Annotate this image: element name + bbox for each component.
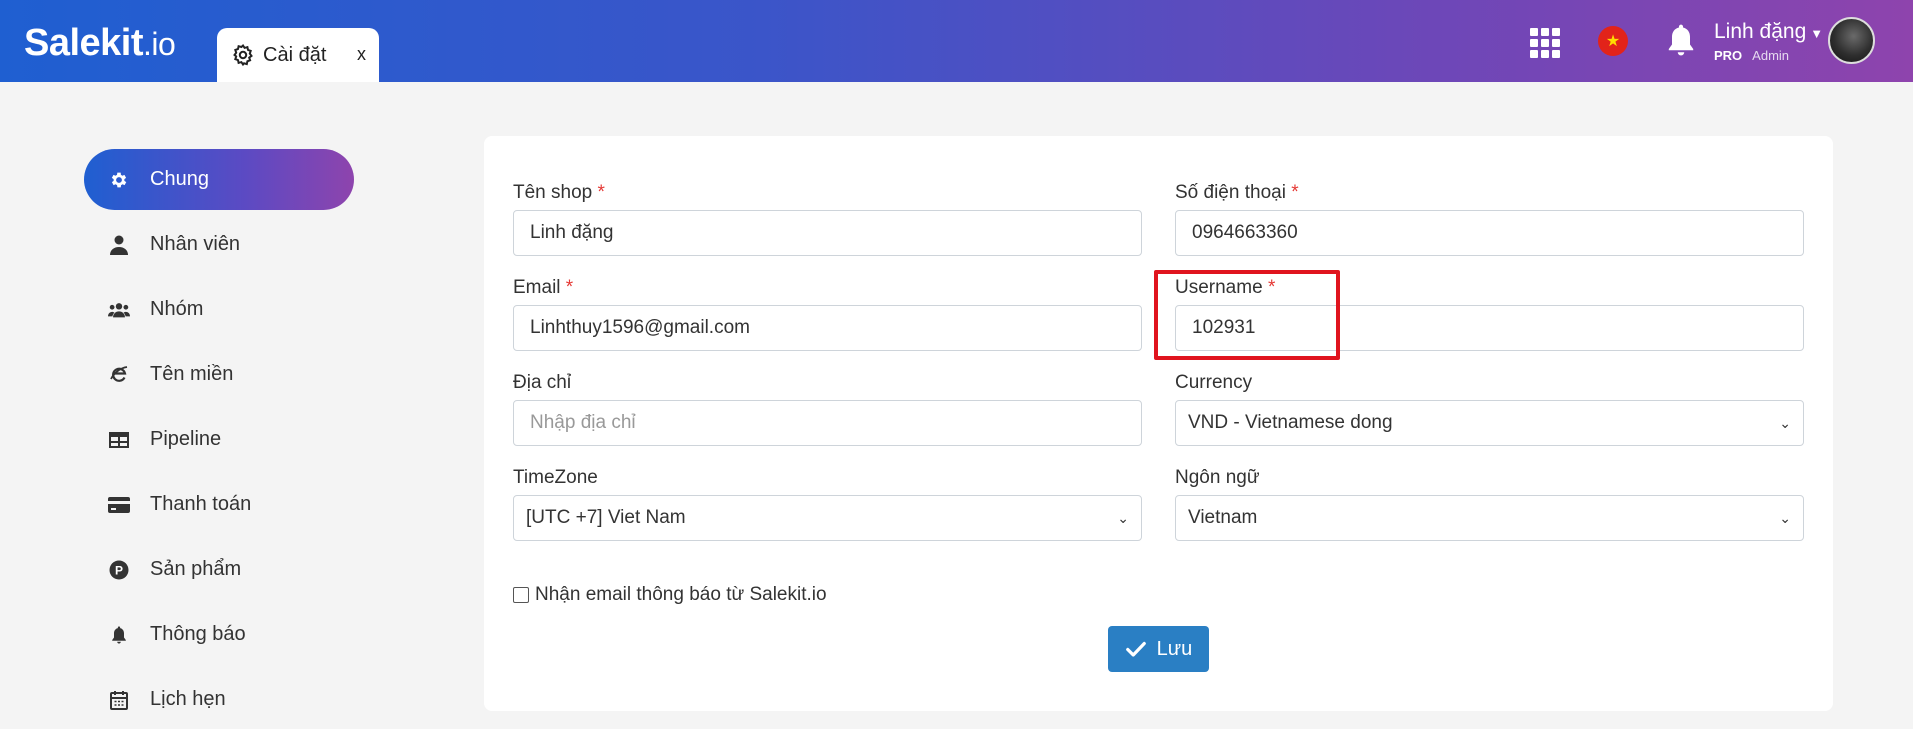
globe-icon [108, 364, 130, 386]
users-icon [108, 299, 130, 321]
email-input[interactable]: Linhthuy1596@gmail.com [513, 305, 1142, 351]
user-menu[interactable]: Linh đặng ▼ [1714, 20, 1823, 44]
settings-sidebar: Chung Nhân viên Nhóm Tên miền Pipeline T… [84, 149, 354, 729]
language-field: Ngôn ngữ Vietnam ⌄ [1175, 467, 1804, 541]
chevron-down-icon: ⌄ [1779, 414, 1791, 431]
sidebar-item-label: Tên miền [150, 363, 234, 385]
bell-icon [108, 624, 130, 646]
sidebar-item-thanh-toan[interactable]: Thanh toán [84, 474, 354, 535]
check-icon [1125, 641, 1146, 657]
calendar-icon [108, 689, 130, 711]
logo[interactable]: Salekit.io [24, 22, 176, 65]
language-select[interactable]: Vietnam ⌄ [1175, 495, 1804, 541]
phone-label: Số điện thoại * [1175, 182, 1299, 203]
shop-name-field: Tên shop * Linh đặng [513, 182, 1142, 256]
address-input[interactable]: Nhập địa chỉ [513, 400, 1142, 446]
username-input[interactable]: 102931 [1175, 305, 1804, 351]
timezone-field: TimeZone [UTC +7] Viet Nam ⌄ [513, 467, 1142, 541]
sidebar-item-label: Lịch hẹn [150, 688, 226, 710]
table-icon [108, 429, 130, 451]
sidebar-item-san-pham[interactable]: P Sản phẩm [84, 539, 354, 600]
username-label: Username * [1175, 277, 1276, 298]
tab-close-button[interactable]: x [357, 44, 366, 65]
email-notify-checkbox[interactable] [513, 587, 529, 603]
sidebar-item-ten-mien[interactable]: Tên miền [84, 344, 354, 405]
sidebar-item-label: Nhân viên [150, 233, 241, 255]
sidebar-item-label: Pipeline [150, 428, 222, 450]
tab-settings[interactable]: Cài đặt x [217, 28, 379, 82]
caret-down-icon: ▼ [1810, 26, 1824, 41]
sidebar-item-nhom[interactable]: Nhóm [84, 279, 354, 340]
email-notify-label: Nhận email thông báo từ Salekit.io [535, 584, 827, 605]
tab-label: Cài đặt [263, 43, 327, 66]
username-field: Username * 102931 [1175, 277, 1804, 351]
sidebar-item-pipeline[interactable]: Pipeline [84, 409, 354, 470]
top-bar: Salekit.io Cài đặt x ★ Linh đặng ▼ PRO Adm… [0, 0, 1913, 82]
sidebar-item-thong-bao[interactable]: Thông báo [84, 604, 354, 665]
user-icon [108, 234, 130, 256]
avatar[interactable] [1828, 17, 1875, 64]
svg-text:P: P [115, 563, 123, 577]
apps-grid-icon[interactable] [1530, 28, 1560, 58]
email-label: Email * [513, 277, 574, 298]
phone-field: Số điện thoại * 0964663360 [1175, 182, 1804, 256]
user-plan-role: PRO Admin [1714, 48, 1790, 63]
timezone-select[interactable]: [UTC +7] Viet Nam ⌄ [513, 495, 1142, 541]
email-notify-row: Nhận email thông báo từ Salekit.io [513, 584, 827, 606]
product-icon: P [108, 559, 130, 581]
sidebar-item-nhan-vien[interactable]: Nhân viên [84, 214, 354, 275]
sidebar-item-label: Sản phẩm [150, 558, 242, 580]
gear-icon [108, 169, 130, 191]
sidebar-item-label: Nhóm [150, 298, 204, 320]
email-field: Email * Linhthuy1596@gmail.com [513, 277, 1142, 351]
currency-label: Currency [1175, 372, 1253, 393]
sidebar-item-label: Thanh toán [150, 493, 252, 515]
chevron-down-icon: ⌄ [1117, 509, 1129, 526]
sidebar-item-label: Chung [150, 168, 209, 190]
notification-bell-icon[interactable] [1665, 22, 1697, 58]
address-field: Địa chỉ Nhập địa chỉ [513, 372, 1142, 446]
save-button[interactable]: Lưu [1108, 626, 1209, 672]
vietnam-flag-icon[interactable]: ★ [1598, 26, 1628, 56]
save-label: Lưu [1156, 637, 1193, 660]
address-label: Địa chỉ [513, 372, 572, 393]
shop-name-label: Tên shop * [513, 182, 605, 203]
chevron-down-icon: ⌄ [1779, 509, 1791, 526]
timezone-label: TimeZone [513, 467, 598, 488]
credit-card-icon [108, 494, 130, 516]
language-label: Ngôn ngữ [1175, 467, 1260, 488]
sidebar-item-label: Thông báo [150, 623, 246, 645]
currency-field: Currency VND - Vietnamese dong ⌄ [1175, 372, 1804, 446]
sidebar-item-lich-hen[interactable]: Lịch hẹn [84, 669, 354, 729]
sidebar-item-chung[interactable]: Chung [84, 149, 354, 210]
currency-select[interactable]: VND - Vietnamese dong ⌄ [1175, 400, 1804, 446]
shop-name-input[interactable]: Linh đặng [513, 210, 1142, 256]
phone-input[interactable]: 0964663360 [1175, 210, 1804, 256]
gear-icon [233, 43, 253, 67]
